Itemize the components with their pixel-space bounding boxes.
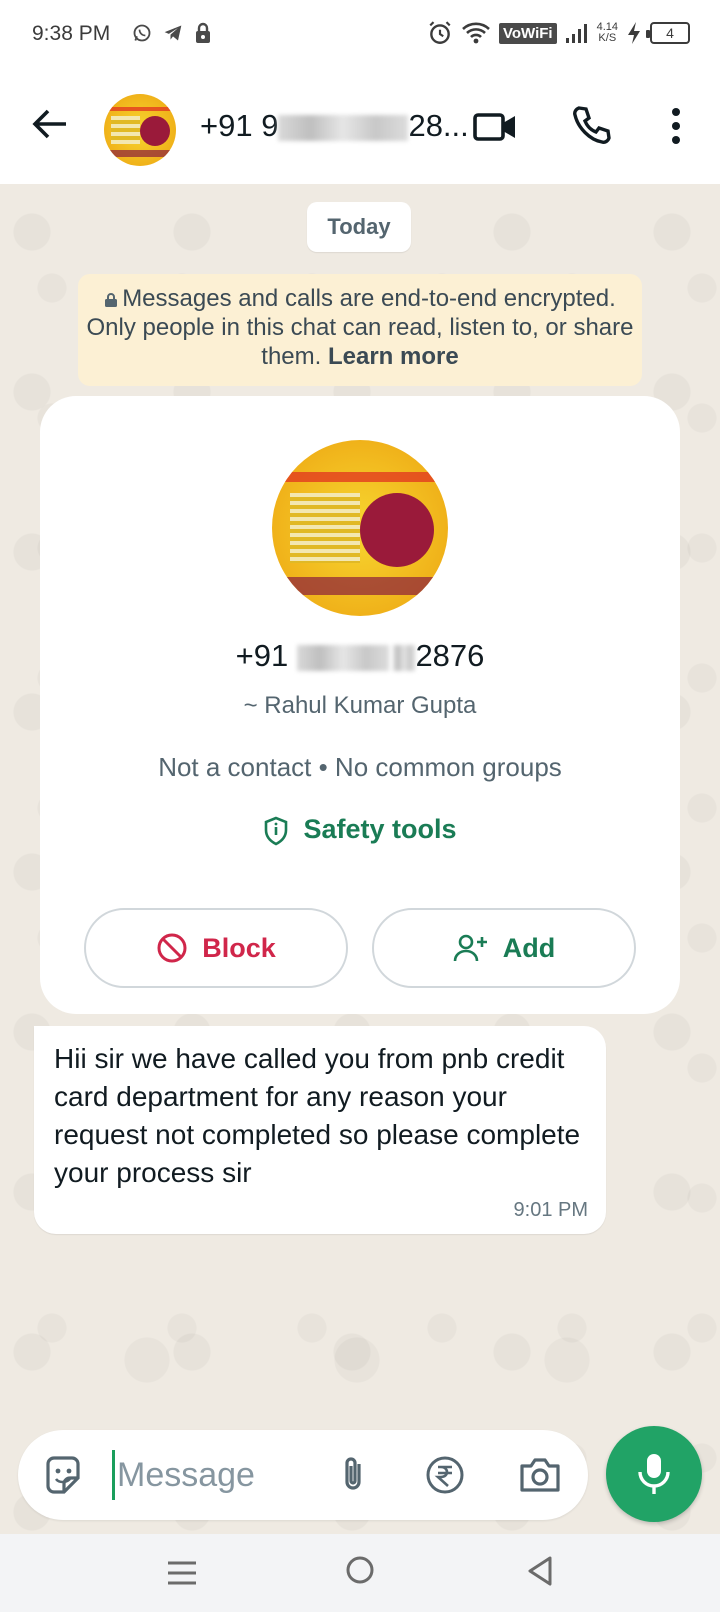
chat-header: +91 9 28...: [0, 72, 720, 184]
lock-icon: [196, 22, 210, 43]
redacted-digits: [296, 644, 389, 671]
menu-icon[interactable]: [164, 1556, 200, 1590]
shield-icon: [265, 816, 288, 846]
sticker-icon[interactable]: [42, 1454, 84, 1496]
profile-meta: Not a contact • No common groups: [158, 752, 562, 782]
net-speed: 4.14 K/S: [596, 21, 618, 44]
back-arrow-icon[interactable]: [28, 102, 72, 146]
mic-icon: [638, 1454, 670, 1494]
status-left-icons: [132, 22, 212, 44]
encryption-notice[interactable]: Messages and calls are end-to-end encryp…: [78, 274, 642, 386]
contact-info-card: +91 2876 ~ Rahul Kumar Gupta Not a conta…: [40, 396, 680, 1014]
more-vert-icon[interactable]: [664, 102, 688, 150]
system-nav-bar: [0, 1534, 720, 1612]
lock-icon: [105, 292, 118, 307]
message-composer: [18, 1430, 588, 1520]
mic-button[interactable]: [606, 1426, 702, 1522]
status-bar: 9:38 PM VoWiFi 4.14 K/S 4: [0, 0, 720, 72]
rupee-icon[interactable]: [424, 1454, 466, 1496]
phone-icon[interactable]: [570, 104, 614, 148]
status-time: 9:38 PM: [32, 22, 111, 45]
signal-icon: [565, 24, 587, 43]
header-avatar[interactable]: [104, 94, 176, 166]
attach-icon[interactable]: [332, 1454, 374, 1496]
status-right-icons: VoWiFi 4.14 K/S 4: [427, 20, 690, 46]
block-icon: [157, 933, 187, 963]
alarm-icon: [429, 21, 451, 44]
vowifi-badge: VoWiFi: [499, 22, 557, 44]
message-time: 9:01 PM: [513, 1199, 588, 1221]
charging-icon: [628, 22, 640, 44]
safety-tools-link[interactable]: Safety tools: [40, 814, 680, 846]
profile-picture[interactable]: [272, 440, 448, 616]
learn-more-link[interactable]: Learn more: [328, 343, 459, 370]
video-call-icon[interactable]: [472, 104, 518, 150]
date-chip: Today: [307, 202, 411, 252]
whatsapp-icon: [133, 24, 151, 42]
camera-icon[interactable]: [518, 1454, 562, 1496]
add-person-icon: [453, 934, 487, 962]
redacted-digits: [278, 114, 409, 141]
header-contact-number[interactable]: +91 9 28...: [200, 108, 469, 144]
chat-area[interactable]: Today Messages and calls are end-to-end …: [0, 184, 720, 1534]
message-text: Hii sir we have called you from pnb cred…: [54, 1043, 581, 1188]
message-input[interactable]: [112, 1450, 312, 1500]
add-contact-button[interactable]: Add: [372, 908, 636, 988]
wifi-icon: [462, 22, 490, 44]
battery-icon: 4: [646, 22, 690, 44]
home-icon[interactable]: [344, 1554, 376, 1586]
profile-number: +91 2876: [235, 638, 485, 673]
incoming-message[interactable]: Hii sir we have called you from pnb cred…: [34, 1026, 606, 1234]
back-triangle-icon[interactable]: [524, 1554, 558, 1588]
telegram-icon: [164, 25, 182, 41]
profile-display-name: ~ Rahul Kumar Gupta: [243, 692, 477, 719]
block-button[interactable]: Block: [84, 908, 348, 988]
